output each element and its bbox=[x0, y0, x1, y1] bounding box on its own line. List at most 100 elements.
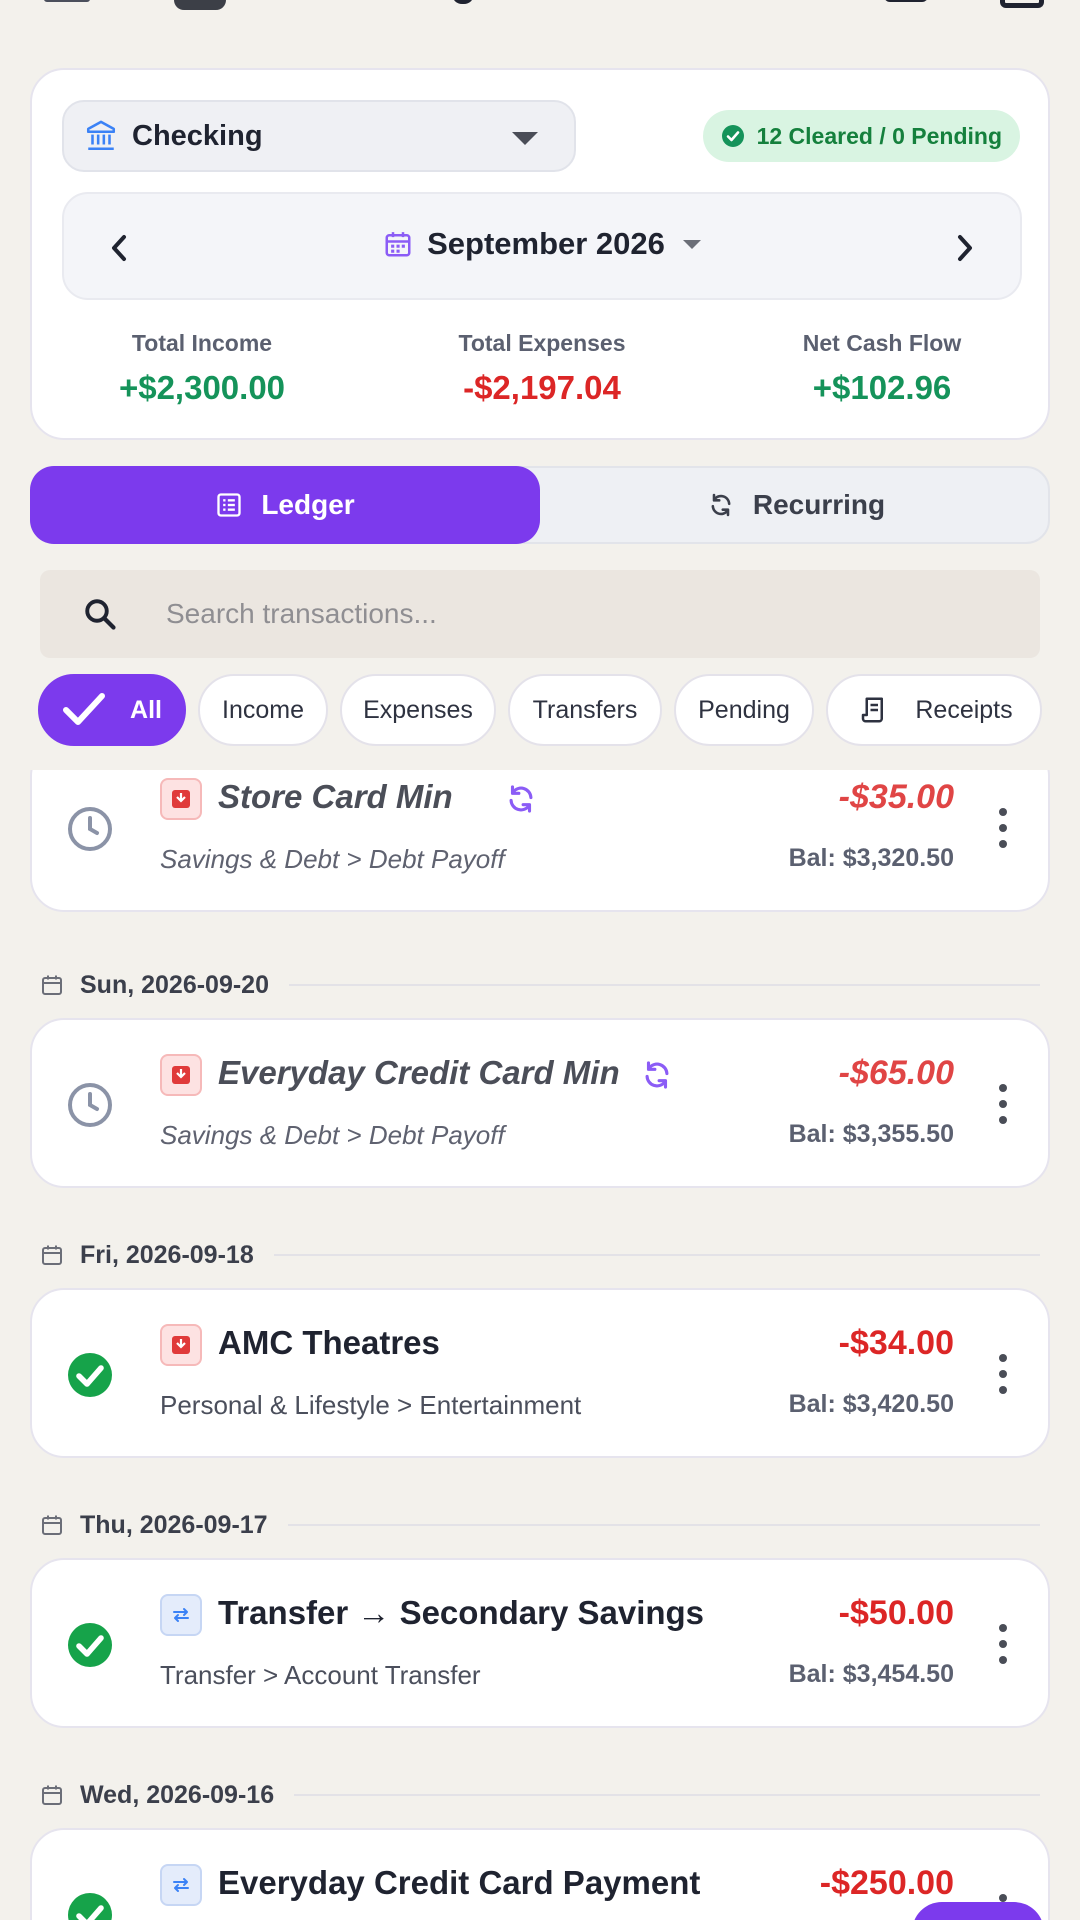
filter-chip-income[interactable]: Income bbox=[198, 674, 328, 746]
account-selector[interactable]: Checking bbox=[62, 100, 576, 172]
transaction-balance: Bal: $3,355.50 bbox=[788, 1120, 954, 1148]
month-picker[interactable]: September 2026 bbox=[64, 226, 1020, 262]
month-navigator: September 2026 bbox=[62, 192, 1022, 300]
app-title-fragment bbox=[452, 0, 474, 4]
recurring-icon bbox=[509, 785, 533, 813]
clock-icon bbox=[68, 807, 112, 851]
net-cash-flow: Net Cash Flow +$102.96 bbox=[712, 330, 1052, 407]
expense-icon bbox=[160, 1054, 202, 1096]
transaction-payee: Everyday Credit Card Payment bbox=[218, 1864, 701, 1901]
menu-icon[interactable] bbox=[44, 0, 90, 2]
filter-chip-all-label: All bbox=[130, 695, 162, 724]
more-options-button[interactable] bbox=[998, 1624, 1008, 1664]
transaction-payee: Store Card Min bbox=[218, 778, 453, 815]
search-input[interactable] bbox=[166, 590, 986, 638]
divider bbox=[287, 1524, 1040, 1526]
status-text: 12 Cleared / 0 Pending bbox=[756, 122, 1002, 149]
next-month-button[interactable] bbox=[944, 228, 984, 268]
more-options-button[interactable] bbox=[998, 1084, 1008, 1124]
check-circle-icon bbox=[68, 1353, 112, 1397]
transaction-amount: -$50.00 bbox=[838, 1594, 954, 1632]
calendar-icon[interactable] bbox=[1000, 0, 1044, 8]
tab-recurring-label: Recurring bbox=[752, 489, 886, 520]
transaction-category: Savings & Debt > Debt Payoff bbox=[160, 1120, 505, 1150]
transaction-category: Personal & Lifestyle > Entertainment bbox=[160, 1390, 582, 1420]
chevron-right-icon bbox=[958, 235, 972, 261]
search-bar bbox=[40, 570, 1040, 658]
bank-icon bbox=[86, 120, 116, 151]
chevron-down-icon bbox=[512, 132, 538, 145]
month-label: September 2026 bbox=[427, 226, 665, 261]
expense-icon bbox=[160, 1324, 202, 1366]
filter-chip-transfers-label: Transfers bbox=[532, 695, 638, 724]
check-circle-icon bbox=[721, 125, 744, 147]
filter-chip-receipts[interactable]: Receipts bbox=[826, 674, 1042, 746]
transaction-card[interactable]: Everyday Credit Card Payment -$250.00 bbox=[30, 1828, 1050, 1920]
divider bbox=[273, 1254, 1040, 1256]
net-cash-flow-label: Net Cash Flow bbox=[802, 330, 962, 356]
calendar-icon bbox=[42, 975, 62, 995]
transaction-category: Transfer > Account Transfer bbox=[160, 1660, 481, 1690]
date-label: Sun, 2026-09-20 bbox=[80, 970, 269, 999]
transaction-amount: -$35.00 bbox=[838, 778, 954, 816]
app-bar bbox=[0, 0, 1080, 14]
total-expenses-label: Total Expenses bbox=[458, 330, 626, 356]
transaction-payee: Everyday Credit Card Min bbox=[218, 1054, 620, 1091]
transaction-payee: Transfer → Secondary Savings bbox=[218, 1594, 705, 1631]
totals-row: Total Income +$2,300.00 Total Expenses -… bbox=[32, 330, 1052, 407]
filter-chip-expenses-label: Expenses bbox=[363, 695, 473, 724]
calendar-icon bbox=[42, 1515, 62, 1535]
refresh-icon bbox=[711, 493, 731, 517]
app-logo bbox=[174, 0, 226, 10]
calendar-icon bbox=[42, 1785, 62, 1805]
tab-recurring[interactable]: Recurring bbox=[540, 466, 1052, 544]
transaction-balance: Bal: $3,454.50 bbox=[788, 1660, 954, 1688]
transaction-card[interactable]: Everyday Credit Card Min Savings & Debt … bbox=[30, 1018, 1050, 1188]
net-cash-flow-value: +$102.96 bbox=[812, 369, 952, 406]
filter-chip-income-label: Income bbox=[222, 695, 304, 724]
add-transaction-button[interactable] bbox=[912, 1902, 1044, 1920]
filter-chip-expenses[interactable]: Expenses bbox=[340, 674, 496, 746]
filter-chip-all[interactable]: All bbox=[38, 674, 186, 746]
receipt-icon bbox=[862, 697, 884, 723]
calendar-icon bbox=[42, 1245, 62, 1265]
more-options-button[interactable] bbox=[998, 808, 1008, 848]
total-expenses: Total Expenses -$2,197.04 bbox=[372, 330, 712, 407]
transaction-category: Savings & Debt > Debt Payoff bbox=[160, 844, 505, 874]
date-header: Sun, 2026-09-20 bbox=[40, 970, 1040, 1000]
date-header: Wed, 2026-09-16 bbox=[40, 1780, 1040, 1810]
filter-chip-pending[interactable]: Pending bbox=[674, 674, 814, 746]
divider bbox=[294, 1794, 1040, 1796]
total-income-label: Total Income bbox=[131, 330, 273, 356]
transaction-balance: Bal: $3,420.50 bbox=[788, 1390, 954, 1418]
search-icon bbox=[85, 599, 116, 630]
divider bbox=[289, 984, 1040, 986]
transfer-icon bbox=[160, 1594, 202, 1636]
ledger-icon bbox=[217, 493, 241, 517]
transaction-card[interactable]: Store Card Min Savings & Debt > Debt Pay… bbox=[30, 770, 1050, 912]
transaction-amount: -$250.00 bbox=[819, 1864, 954, 1902]
transaction-payee: AMC Theatres bbox=[218, 1324, 440, 1361]
filter-chip-receipts-label: Receipts bbox=[915, 695, 1013, 724]
filter-chip-transfers[interactable]: Transfers bbox=[508, 674, 662, 746]
total-income: Total Income +$2,300.00 bbox=[32, 330, 372, 407]
total-income-value: +$2,300.00 bbox=[118, 369, 286, 406]
filter-chip-pending-label: Pending bbox=[698, 695, 790, 724]
check-circle-icon bbox=[68, 1893, 112, 1920]
total-expenses-value: -$2,197.04 bbox=[463, 369, 621, 406]
date-label: Fri, 2026-09-18 bbox=[80, 1240, 254, 1269]
tab-ledger-label: Ledger bbox=[261, 489, 355, 520]
more-options-button[interactable] bbox=[998, 1354, 1008, 1394]
caret-down-icon bbox=[682, 239, 701, 249]
toolbar-icon[interactable] bbox=[884, 0, 928, 2]
tab-ledger[interactable]: Ledger bbox=[30, 466, 540, 544]
transaction-card[interactable]: Transfer → Secondary Savings Transfer > … bbox=[30, 1558, 1050, 1728]
transaction-list: Store Card Min Savings & Debt > Debt Pay… bbox=[0, 770, 1080, 1920]
summary-card: Checking 12 Cleared / 0 Pending Septembe… bbox=[30, 68, 1050, 440]
account-name: Checking bbox=[132, 119, 263, 152]
date-label: Thu, 2026-09-17 bbox=[80, 1510, 268, 1539]
transaction-balance: Bal: $3,320.50 bbox=[788, 844, 954, 872]
transaction-card[interactable]: AMC Theatres Personal & Lifestyle > Ente… bbox=[30, 1288, 1050, 1458]
date-label: Wed, 2026-09-16 bbox=[80, 1780, 275, 1809]
date-header: Thu, 2026-09-17 bbox=[40, 1510, 1040, 1540]
